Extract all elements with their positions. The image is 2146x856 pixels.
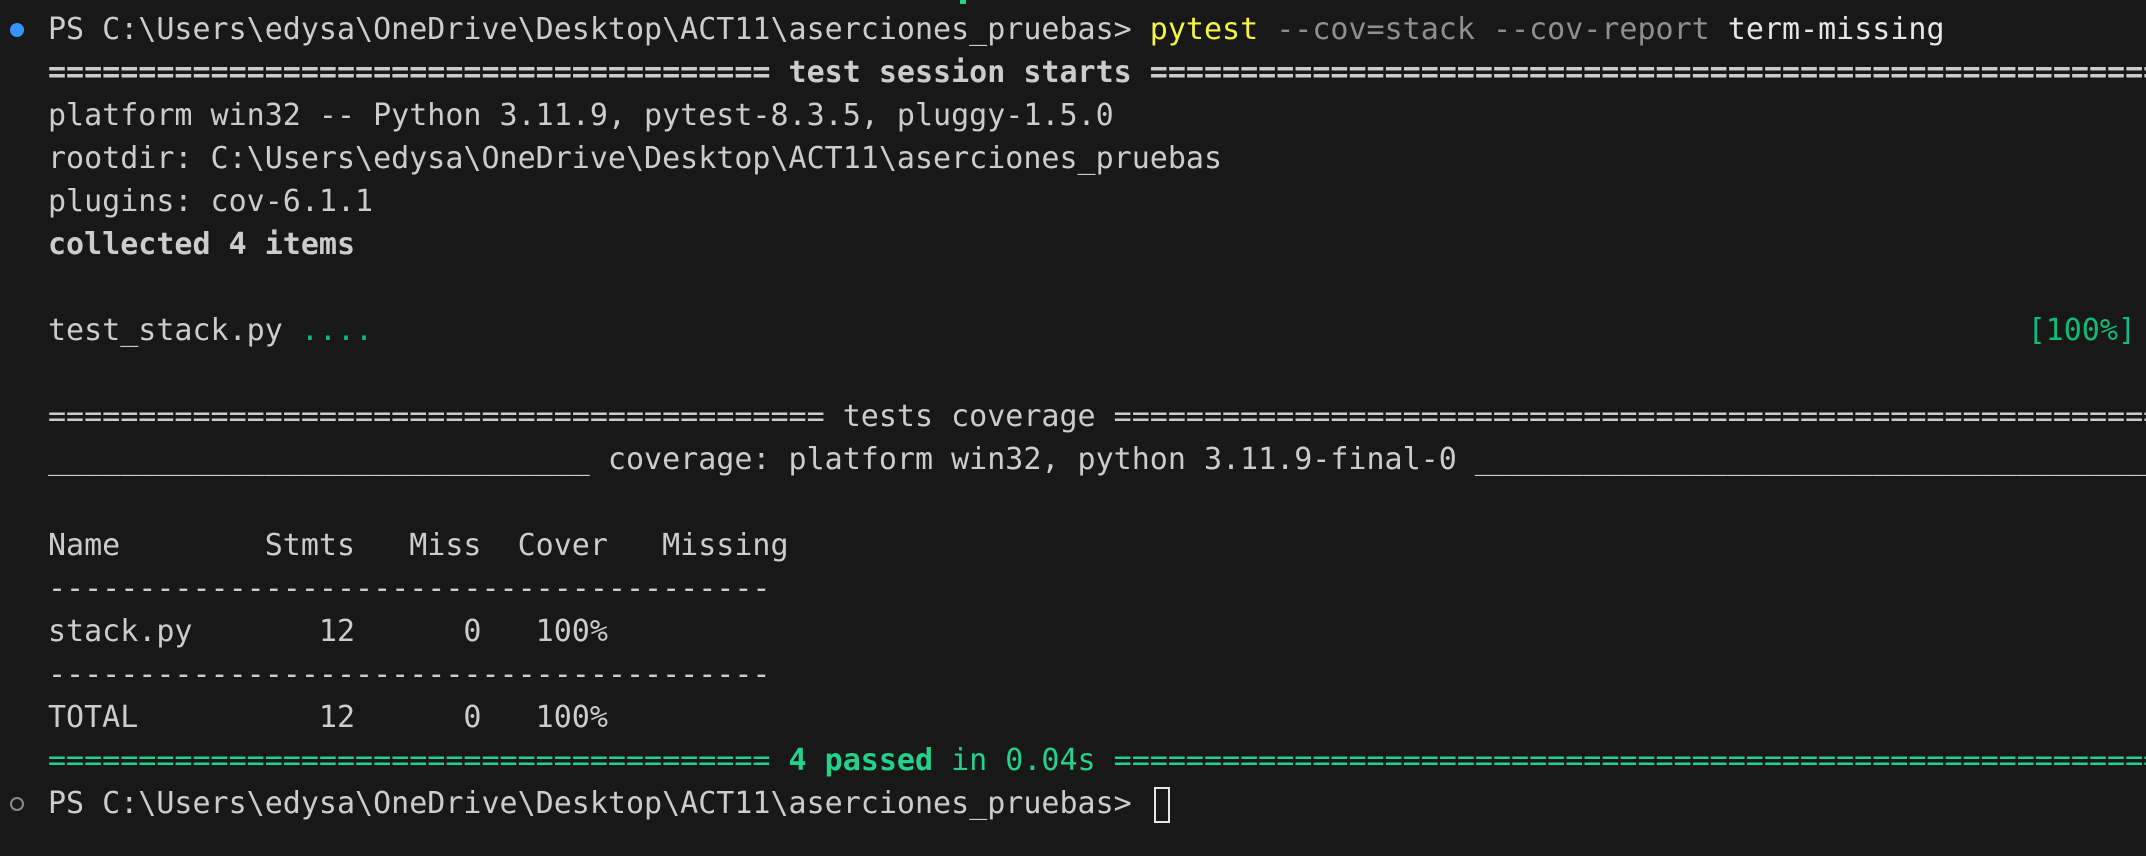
command-arg-term-missing: term-missing bbox=[1709, 12, 1945, 47]
coverage-table-total-row: TOTAL 12 0 100% bbox=[48, 700, 608, 735]
rootdir-info: rootdir: C:\Users\edysa\OneDrive\Desktop… bbox=[48, 141, 1222, 176]
prompt-path: PS C:\Users\edysa\OneDrive\Desktop\ACT11… bbox=[48, 12, 1150, 47]
coverage-table-separator: ---------------------------------------- bbox=[48, 571, 771, 606]
summary-line: ========================================… bbox=[48, 743, 2146, 778]
terminal-panel[interactable]: PS C:\Users\edysa\OneDrive\Desktop\ACT11… bbox=[0, 0, 2146, 856]
command-success-decoration-icon[interactable] bbox=[10, 23, 24, 37]
final-prompt-path: PS C:\Users\edysa\OneDrive\Desktop\ACT11… bbox=[48, 786, 1150, 821]
test-progress-percent: [100%] bbox=[2027, 313, 2136, 348]
command-arg-cov-report: --cov-report bbox=[1474, 12, 1710, 47]
test-file-name: test_stack.py bbox=[48, 313, 301, 348]
platform-info: platform win32 -- Python 3.11.9, pytest-… bbox=[48, 98, 1114, 133]
session-header-title: test session starts bbox=[788, 55, 1132, 90]
summary-passed-count: 4 passed bbox=[788, 743, 934, 778]
command-pending-decoration-icon[interactable] bbox=[10, 797, 24, 811]
collected-items: collected 4 items bbox=[48, 227, 356, 262]
coverage-subheader: ______________________________ coverage:… bbox=[48, 442, 2146, 477]
coverage-table-separator: ---------------------------------------- bbox=[48, 657, 771, 692]
command-line: PS C:\Users\edysa\OneDrive\Desktop\ACT11… bbox=[48, 10, 1945, 50]
coverage-table-columns: Name Stmts Miss Cover Missing bbox=[48, 528, 789, 563]
command-arg-cov: --cov=stack bbox=[1258, 12, 1475, 47]
plugins-info: plugins: cov-6.1.1 bbox=[48, 184, 374, 219]
coverage-header: ========================================… bbox=[48, 399, 2146, 434]
final-prompt-line[interactable]: PS C:\Users\edysa\OneDrive\Desktop\ACT11… bbox=[48, 784, 1170, 824]
test-file-result: test_stack.py .... bbox=[48, 311, 373, 351]
session-header: ========================================… bbox=[48, 55, 2146, 90]
coverage-table-row: stack.py 12 0 100% bbox=[48, 614, 608, 649]
summary-duration: in 0.04s bbox=[933, 743, 1096, 778]
command-name: pytest bbox=[1149, 12, 1259, 47]
test-result-dots: .... bbox=[300, 313, 374, 348]
terminal-cursor[interactable] bbox=[1153, 786, 1170, 823]
previous-output-sliver bbox=[960, 0, 966, 4]
